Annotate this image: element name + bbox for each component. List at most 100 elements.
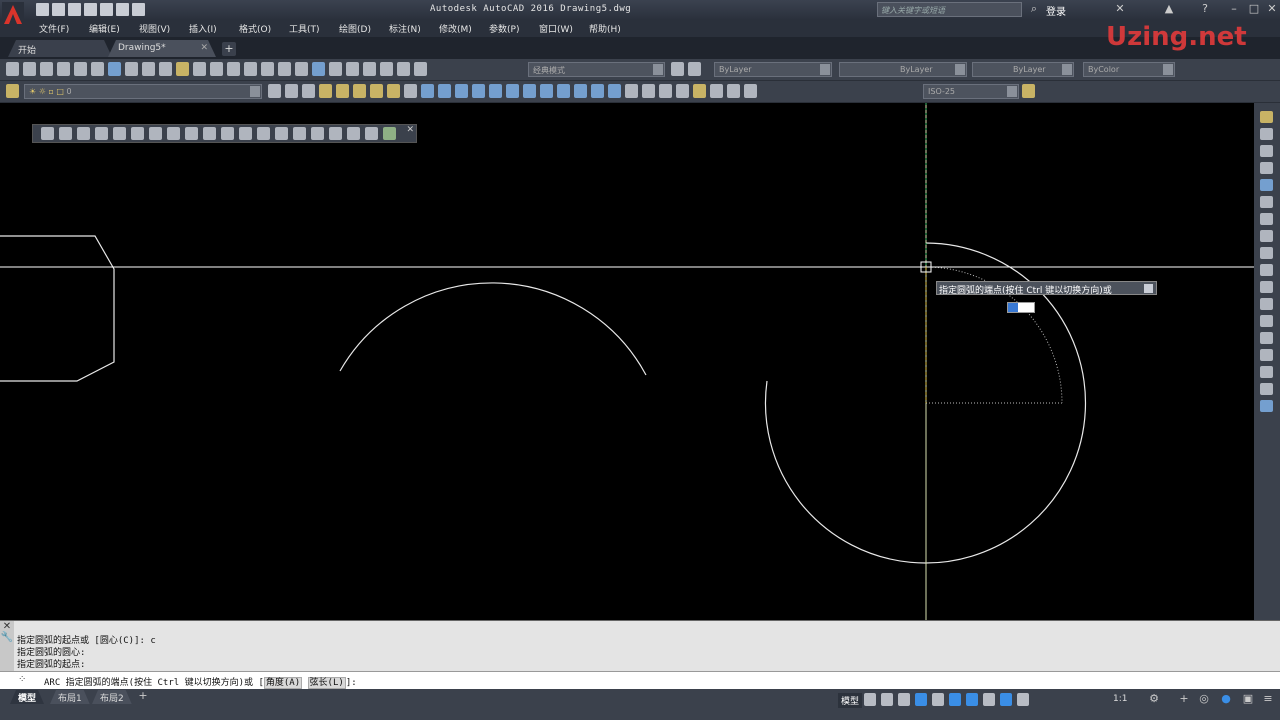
rotate-icon[interactable] <box>1260 213 1273 225</box>
plot-icon[interactable] <box>100 3 113 16</box>
command-icon[interactable]: ⁘ <box>18 674 26 685</box>
tab-model[interactable]: 模型 <box>10 690 44 704</box>
command-line-handle[interactable]: ✕ 🔧 <box>0 621 14 672</box>
inspect-icon[interactable] <box>676 84 689 98</box>
dim-text-edit-icon[interactable] <box>727 84 740 98</box>
dim-angular-icon[interactable] <box>540 84 553 98</box>
drawing-canvas[interactable] <box>0 103 1254 620</box>
plotstyle-select[interactable]: ByColor <box>1083 62 1175 77</box>
copy-icon[interactable] <box>142 62 155 76</box>
region-icon[interactable] <box>329 127 342 140</box>
options-arrow-icon[interactable] <box>1144 284 1153 293</box>
calculator-icon[interactable] <box>397 62 410 76</box>
redo-icon[interactable] <box>132 3 145 16</box>
new-file-icon[interactable] <box>36 3 49 16</box>
scale-icon[interactable] <box>1260 230 1273 242</box>
layer-walk-icon[interactable] <box>404 84 417 98</box>
layer-properties-icon[interactable] <box>6 84 19 98</box>
point-icon[interactable] <box>275 127 288 140</box>
layer-state-icon[interactable] <box>302 84 315 98</box>
make-block-icon[interactable] <box>257 127 270 140</box>
jogged-linear-icon[interactable] <box>693 84 706 98</box>
chevron-down-icon[interactable] <box>1007 86 1017 97</box>
designcenter-icon[interactable] <box>329 62 342 76</box>
menu-edit[interactable]: 编辑(E) <box>89 22 120 35</box>
chevron-down-icon[interactable] <box>1163 64 1173 75</box>
insert-block-icon[interactable] <box>239 127 252 140</box>
explode-icon[interactable] <box>1260 400 1273 412</box>
gradient-icon[interactable] <box>311 127 324 140</box>
hardware-acceleration-icon[interactable]: ◎ <box>1198 693 1210 705</box>
option-chord[interactable]: 弦长(L) <box>307 677 346 689</box>
cut-icon[interactable] <box>125 62 138 76</box>
3dprint-icon[interactable] <box>108 62 121 76</box>
chevron-down-icon[interactable] <box>250 86 260 97</box>
plus-icon[interactable]: + <box>1178 693 1190 705</box>
polygon-icon[interactable] <box>95 127 108 140</box>
mirror-icon[interactable] <box>1260 145 1273 157</box>
layer-unisolate-icon[interactable] <box>336 84 349 98</box>
make-current-icon[interactable] <box>268 84 281 98</box>
block-icon[interactable] <box>193 62 206 76</box>
plot-icon[interactable] <box>57 62 70 76</box>
model-space-button[interactable]: 模型 <box>838 693 863 708</box>
paste-icon[interactable] <box>159 62 172 76</box>
qnew-icon[interactable] <box>6 62 19 76</box>
zoom-realtime-icon[interactable] <box>261 62 274 76</box>
add-selected-icon[interactable] <box>383 127 396 140</box>
login-button[interactable]: 登录 <box>1046 3 1066 18</box>
save-icon[interactable] <box>40 62 53 76</box>
copy-object-icon[interactable] <box>1260 128 1273 140</box>
gear-icon[interactable]: ⚙ <box>1148 693 1160 705</box>
ellipse-icon[interactable] <box>203 127 216 140</box>
ellipse-arc-icon[interactable] <box>221 127 234 140</box>
dim-radius-icon[interactable] <box>489 84 502 98</box>
help-icon[interactable] <box>414 62 427 76</box>
chevron-down-icon[interactable] <box>653 64 663 75</box>
menu-dimension[interactable]: 标注(N) <box>389 22 421 35</box>
menu-parameter[interactable]: 参数(P) <box>489 22 519 35</box>
chamfer-icon[interactable] <box>1260 349 1273 361</box>
hatch-icon[interactable] <box>293 127 306 140</box>
grid-icon[interactable] <box>864 693 876 706</box>
dim-break-icon[interactable] <box>625 84 638 98</box>
chevron-down-icon[interactable] <box>820 64 830 75</box>
break-icon[interactable] <box>1260 315 1273 327</box>
undo-icon[interactable] <box>116 3 129 16</box>
workspace-select[interactable]: 经典模式 <box>528 62 665 77</box>
search-input[interactable]: 键入关键字或短语 <box>877 2 1022 17</box>
tab-layout1[interactable]: 布局1 <box>50 690 90 704</box>
polyline-icon[interactable] <box>77 127 90 140</box>
trim-icon[interactable] <box>1260 264 1273 276</box>
add-layout-icon[interactable]: + <box>137 690 149 702</box>
save-as-icon[interactable] <box>84 3 97 16</box>
mtext-icon[interactable] <box>365 127 378 140</box>
circle-icon[interactable] <box>149 127 162 140</box>
center-mark-icon[interactable] <box>659 84 672 98</box>
redo-icon[interactable] <box>227 62 240 76</box>
extend-icon[interactable] <box>1260 281 1273 293</box>
lineweight-icon[interactable] <box>983 693 995 706</box>
arc-shape[interactable] <box>339 282 647 376</box>
erase-icon[interactable] <box>1260 111 1273 123</box>
auto-scale-icon[interactable] <box>1017 693 1029 706</box>
a360-icon[interactable]: ▲ <box>1163 3 1175 15</box>
minimize-icon[interactable]: – <box>1228 3 1240 15</box>
object-snap-tracking-icon[interactable] <box>949 693 961 706</box>
dim-aligned-icon[interactable] <box>438 84 451 98</box>
menu-modify[interactable]: 修改(M) <box>439 22 472 35</box>
dim-continue-icon[interactable] <box>591 84 604 98</box>
help-icon[interactable]: ? <box>1199 3 1211 15</box>
table-icon[interactable] <box>347 127 360 140</box>
dynamic-input-field[interactable] <box>1007 302 1035 313</box>
dim-baseline-icon[interactable] <box>574 84 587 98</box>
snap-icon[interactable] <box>881 693 893 706</box>
break-point-icon[interactable] <box>1260 298 1273 310</box>
polar-icon[interactable] <box>915 693 927 706</box>
isolate-objects-icon[interactable]: ● <box>1220 693 1232 705</box>
toolpalettes-icon[interactable] <box>346 62 359 76</box>
tolerance-icon[interactable] <box>642 84 655 98</box>
menu-view[interactable]: 视图(V) <box>139 22 170 35</box>
dimstyle-select[interactable]: ISO-25 <box>923 84 1019 99</box>
tab-start[interactable]: 开始 <box>8 40 112 57</box>
